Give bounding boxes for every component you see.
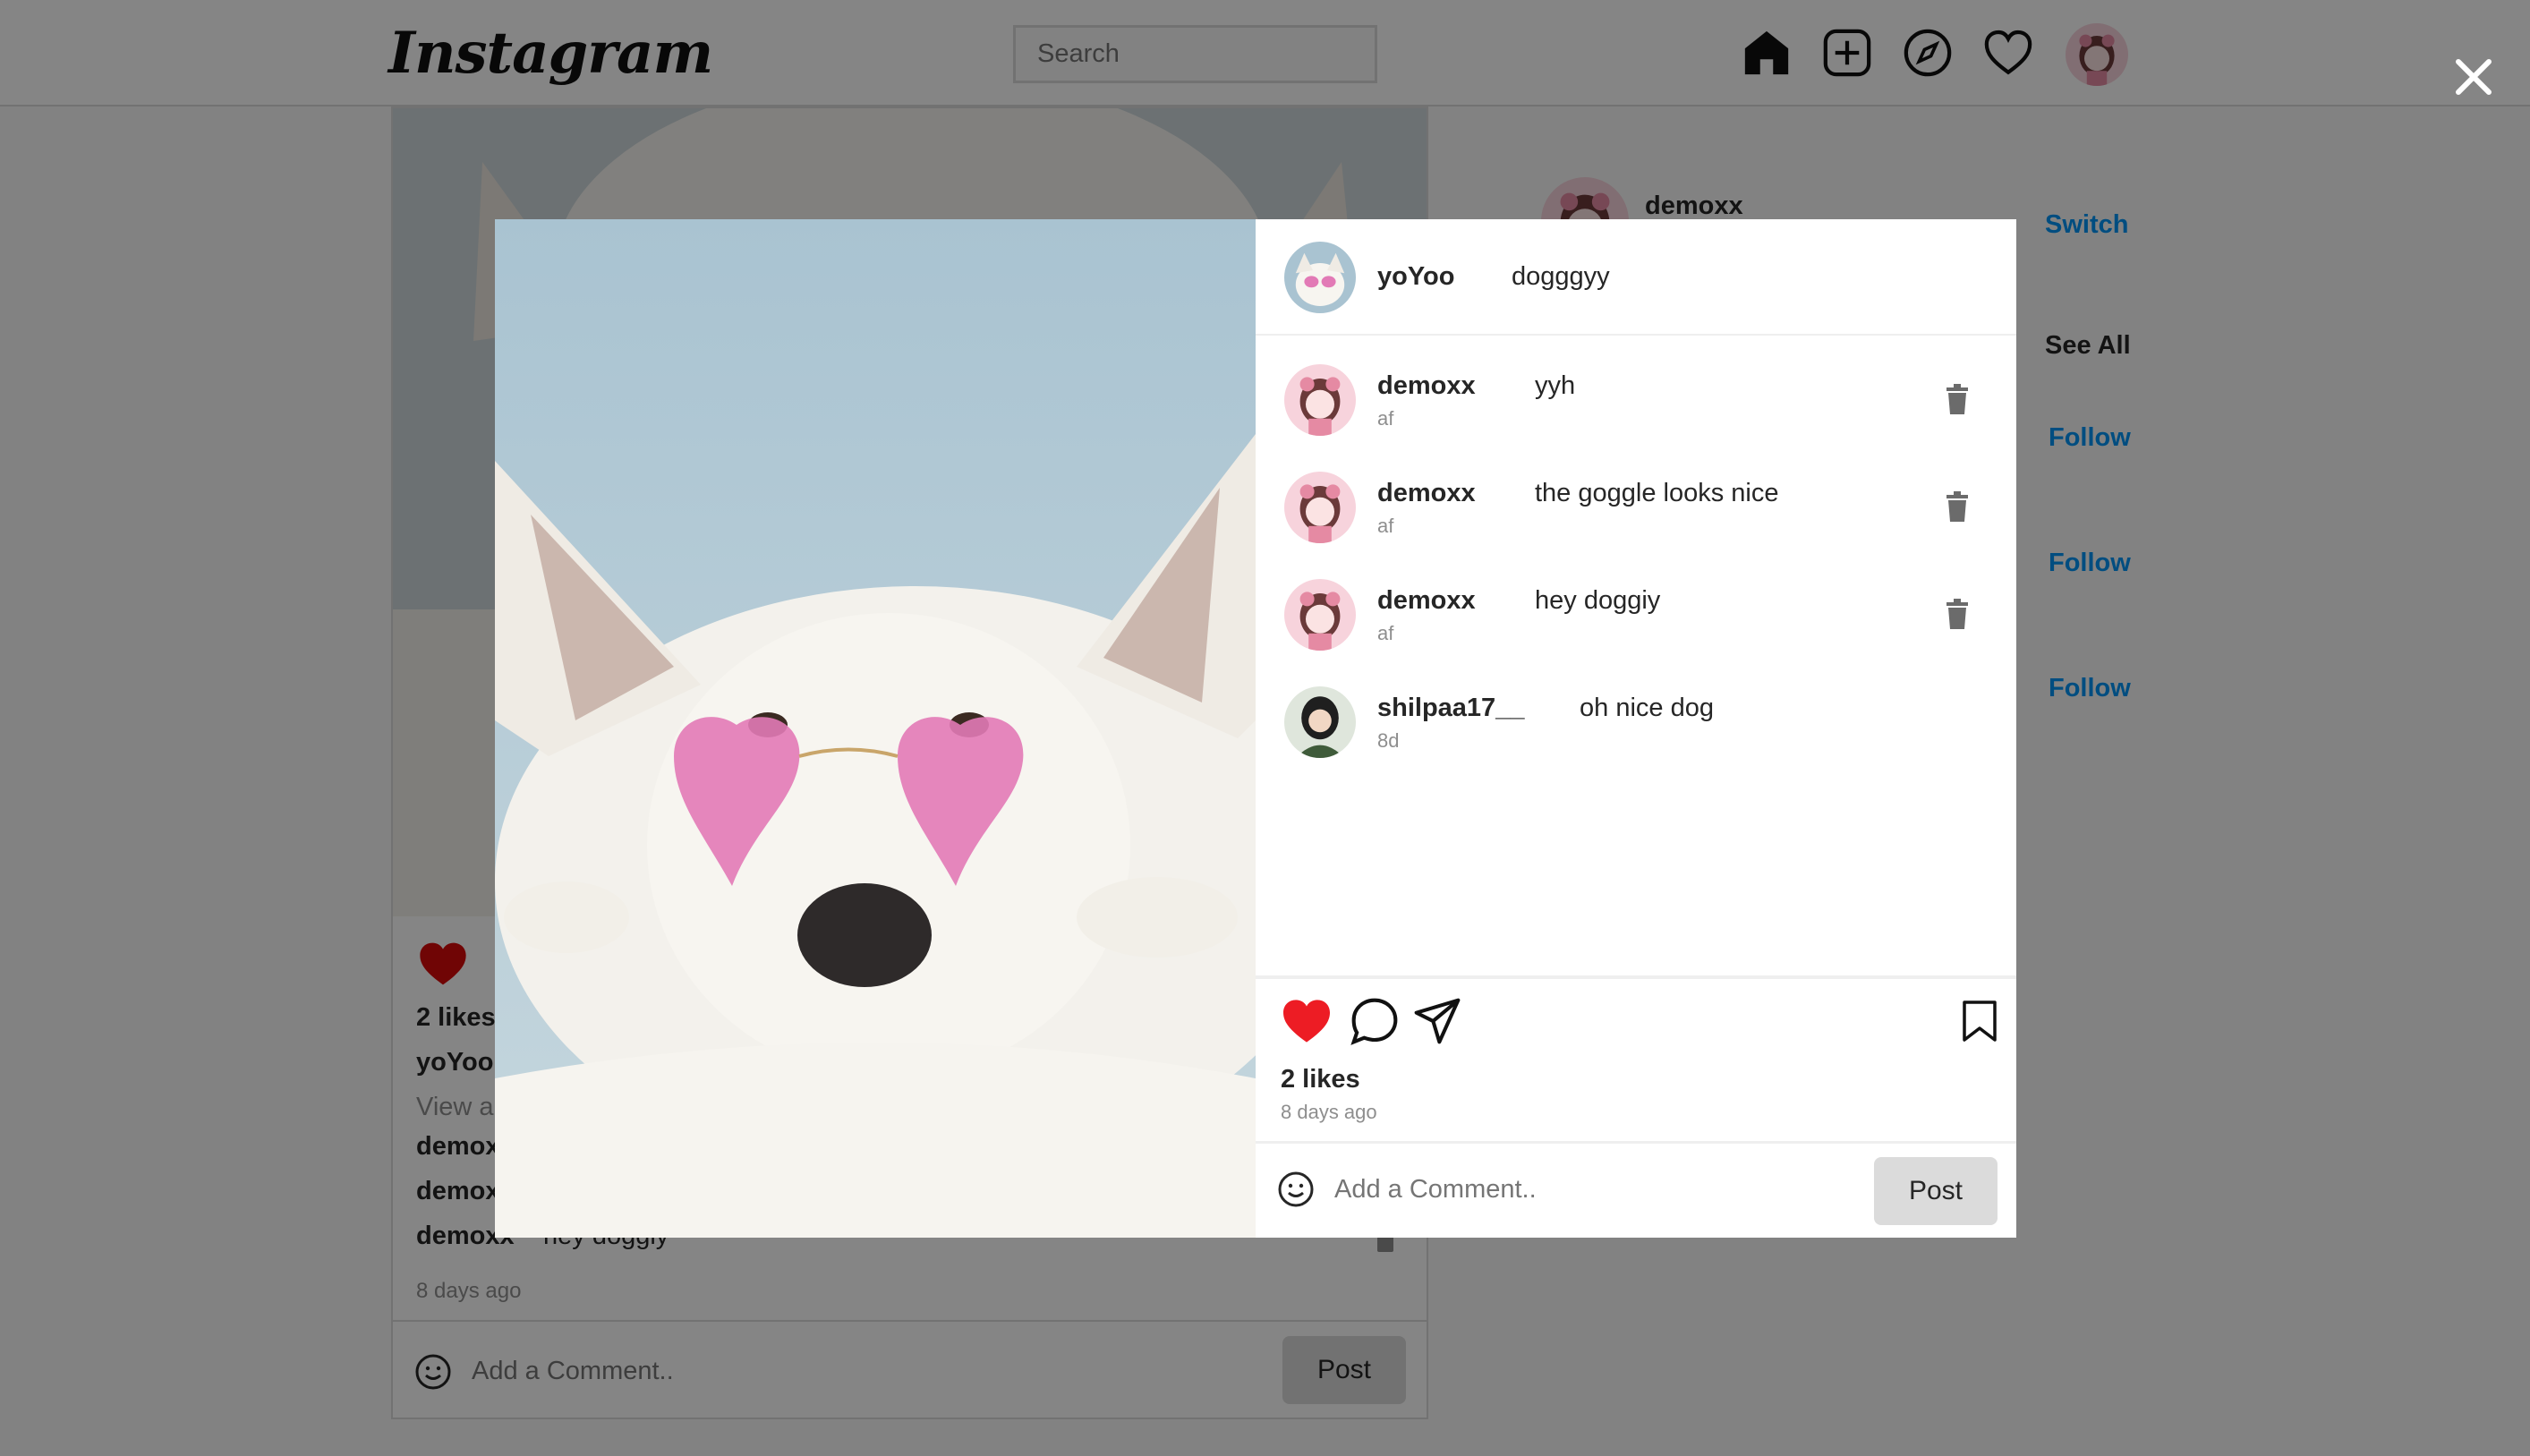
commenter-avatar[interactable]	[1284, 579, 1356, 651]
actions-divider	[1256, 975, 2016, 979]
author-avatar[interactable]	[1284, 242, 1356, 313]
comment-time: 8d	[1377, 729, 1400, 752]
comment-item: demoxx hey doggiy af	[1256, 568, 2016, 667]
author-username[interactable]: yoYoo	[1377, 262, 1454, 292]
trash-icon[interactable]	[1945, 384, 1970, 414]
comment-text: oh nice dog	[1580, 694, 1714, 722]
close-icon[interactable]	[2446, 49, 2501, 105]
comment-time: af	[1377, 515, 1394, 537]
post-time: 8 days ago	[1281, 1101, 1377, 1123]
like-icon[interactable]	[1281, 998, 1333, 1044]
comment-text: the goggle looks nice	[1535, 479, 1779, 507]
post-modal: yoYoo dogggyy demoxx yyh af demoxx the g…	[495, 219, 2016, 1238]
comment-input[interactable]	[1334, 1166, 1836, 1213]
comment-item: demoxx yyh af	[1256, 353, 2016, 452]
likes-count[interactable]: 2 likes	[1281, 1065, 1360, 1094]
share-icon[interactable]	[1412, 996, 1462, 1046]
commenter-avatar[interactable]	[1284, 686, 1356, 758]
comment-time: af	[1377, 407, 1394, 430]
comment-item: shilpaa17__ oh nice dog 8d	[1256, 676, 2016, 774]
comment-item: demoxx the goggle looks nice af	[1256, 461, 2016, 559]
comment-username[interactable]: shilpaa17__	[1377, 694, 1524, 723]
comment-text: yyh	[1535, 371, 1576, 400]
comment-icon[interactable]	[1350, 996, 1400, 1046]
trash-icon[interactable]	[2453, 353, 2478, 384]
trash-icon[interactable]	[1945, 599, 1970, 629]
trash-icon[interactable]	[1945, 491, 1970, 522]
post-comment-button[interactable]: Post	[1874, 1157, 1998, 1225]
post-caption: dogggyy	[1512, 262, 1610, 291]
commenter-avatar[interactable]	[1284, 472, 1356, 543]
comment-text: hey doggiy	[1535, 586, 1661, 615]
comment-divider	[1256, 1141, 2016, 1144]
bookmark-icon[interactable]	[1961, 1000, 1998, 1043]
post-image[interactable]	[495, 219, 1256, 1238]
comment-username[interactable]: demoxx	[1377, 479, 1476, 508]
comment-username[interactable]: demoxx	[1377, 371, 1476, 401]
emoji-icon[interactable]	[1277, 1171, 1315, 1208]
comment-time: af	[1377, 622, 1394, 644]
comment-username[interactable]: demoxx	[1377, 586, 1476, 616]
post-header: yoYoo dogggyy	[1256, 219, 2016, 336]
commenter-avatar[interactable]	[1284, 364, 1356, 436]
post-side-panel: yoYoo dogggyy demoxx yyh af demoxx the g…	[1256, 219, 2016, 1238]
